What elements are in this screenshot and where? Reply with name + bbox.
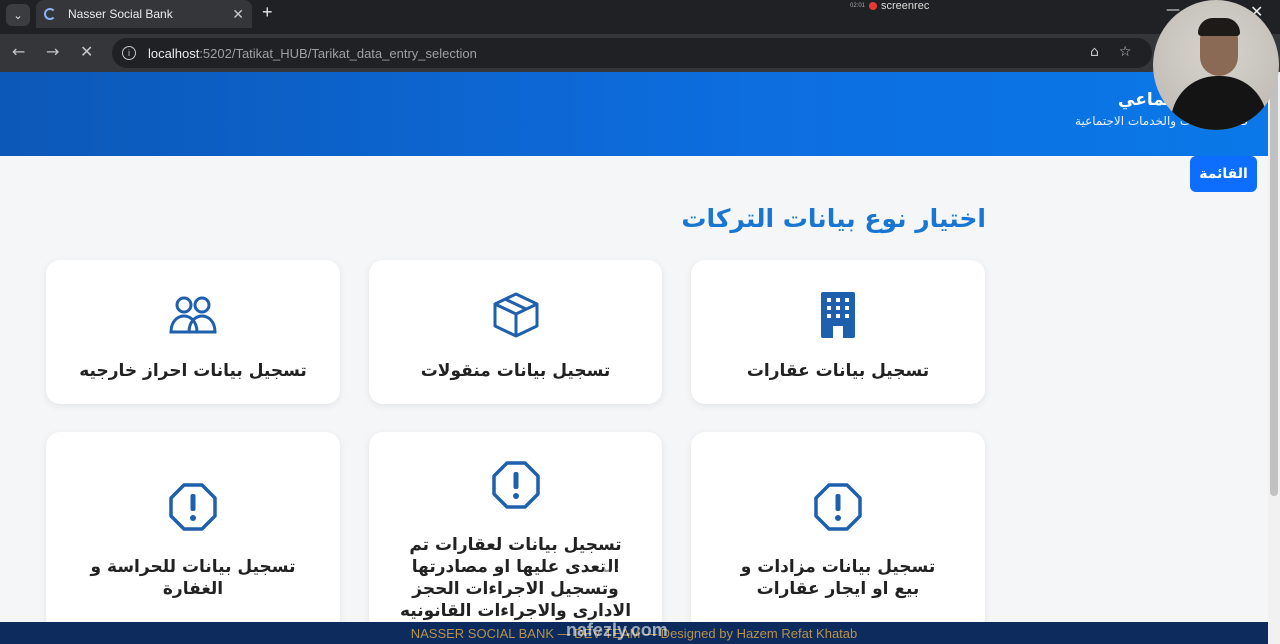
site-info-icon[interactable]: i	[122, 46, 136, 60]
browser-toolbar: ← → ✕ i localhost:5202/Tatikat_HUB/Tarik…	[0, 34, 1280, 72]
card-real-estate[interactable]: تسجيل بيانات عقارات	[691, 260, 985, 404]
page-title: اختيار نوع بيانات التركات	[681, 204, 986, 233]
recorder-time: 02:01	[850, 3, 866, 9]
page-viewport: ناصر الاجتماعي قطاع التركات والخدمات الا…	[0, 72, 1268, 644]
loading-spinner-icon	[44, 8, 56, 20]
webcam-overlay	[1153, 0, 1279, 130]
screen-recorder-indicator: 02:01 screenrec	[850, 0, 929, 12]
watermark-url: nafezly.com	[566, 620, 668, 640]
recorder-label: screenrec	[881, 0, 930, 12]
card-label: تسجيل بيانات للحراسة و الغفارة	[90, 557, 296, 599]
record-dot-icon	[869, 2, 878, 10]
forward-button[interactable]: →	[46, 42, 59, 61]
building-icon	[820, 290, 856, 340]
card-label: تسجيل بيانات مزادات و بيع او ايجار عقارا…	[740, 557, 936, 599]
people-icon	[168, 290, 218, 340]
alert-octagon-icon	[168, 482, 218, 532]
translate-icon[interactable]: ⌂	[1090, 44, 1099, 60]
card-label: تسجيل بيانات احراز خارجيه	[79, 361, 307, 381]
card-encroached-properties[interactable]: تسجيل بيانات لعقارات تم التعدى عليها او …	[369, 432, 662, 632]
card-external-seizures[interactable]: تسجيل بيانات احراز خارجيه	[46, 260, 340, 404]
card-guarding[interactable]: تسجيل بيانات للحراسة و الغفارة	[46, 432, 340, 632]
watermark-logo: نفذلي	[570, 554, 662, 589]
chevron-down-icon: ⌄	[13, 8, 23, 22]
presenter-body	[1171, 76, 1267, 130]
card-auctions[interactable]: تسجيل بيانات مزادات و بيع او ايجار عقارا…	[691, 432, 985, 632]
scrollbar-thumb[interactable]	[1270, 76, 1278, 496]
stop-loading-button[interactable]: ✕	[80, 42, 93, 61]
presenter-hair	[1198, 18, 1240, 36]
box-icon	[491, 290, 541, 340]
tab-title: Nasser Social Bank	[68, 7, 173, 21]
tab-close-icon[interactable]: ✕	[232, 6, 244, 23]
browser-titlebar: ⌄ Nasser Social Bank ✕ + 02:01 screenrec…	[0, 0, 1280, 34]
url-path: :5202/Tatikat_HUB/Tarikat_data_entry_sel…	[199, 45, 477, 61]
new-tab-button[interactable]: +	[262, 2, 273, 23]
card-movables[interactable]: تسجيل بيانات منقولات	[369, 260, 662, 404]
address-bar-actions: ⌂ ☆	[1090, 44, 1131, 60]
bookmark-star-icon[interactable]: ☆	[1119, 44, 1132, 60]
menu-button[interactable]: القائمة	[1190, 156, 1257, 192]
tab-search-button[interactable]: ⌄	[6, 4, 30, 26]
alert-octagon-icon	[813, 482, 863, 532]
app-header: ناصر الاجتماعي قطاع التركات والخدمات الا…	[0, 72, 1268, 156]
alert-octagon-icon	[491, 460, 541, 510]
browser-tab[interactable]: Nasser Social Bank ✕	[36, 0, 252, 28]
page-scrollbar[interactable]	[1268, 72, 1280, 644]
address-bar[interactable]: i localhost:5202/Tatikat_HUB/Tarikat_dat…	[112, 38, 1152, 68]
card-label: تسجيل بيانات عقارات	[746, 361, 930, 381]
url-host: localhost	[148, 45, 200, 61]
card-label: تسجيل بيانات منقولات	[420, 361, 611, 381]
back-button[interactable]: ←	[12, 42, 25, 61]
